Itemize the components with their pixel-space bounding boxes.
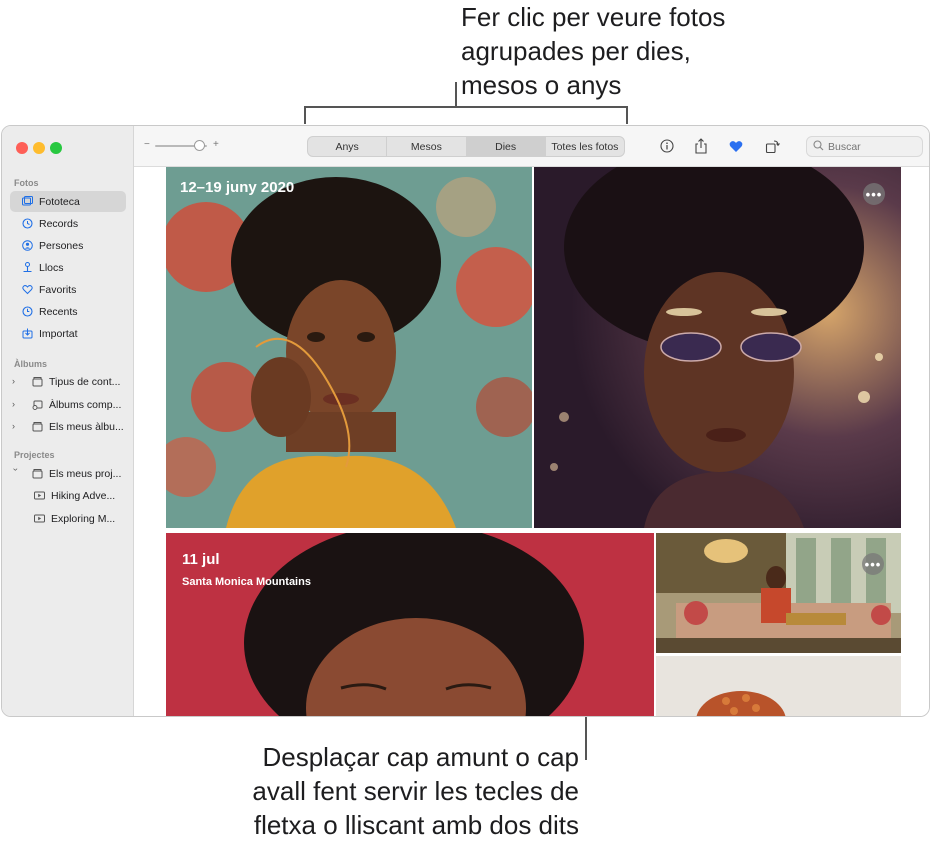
zoom-button[interactable] bbox=[50, 142, 62, 154]
group-location: Santa Monica Mountains bbox=[182, 576, 311, 588]
segment-anys[interactable]: Anys bbox=[308, 137, 388, 156]
zoom-out-label: − bbox=[144, 139, 150, 150]
photo-woman-sunglasses-image bbox=[534, 167, 901, 528]
callout-bracket-right bbox=[626, 106, 628, 124]
folder-icon bbox=[32, 421, 43, 432]
sidebar-album-compartits[interactable]: Àlbums comp... bbox=[10, 394, 126, 415]
sidebar-item-llocs[interactable]: Llocs bbox=[10, 257, 126, 278]
sidebar: Fotos Fototeca Records Persones Llocs Fa… bbox=[2, 126, 134, 716]
photo-man-sofa[interactable]: ••• bbox=[656, 533, 901, 653]
sidebar-projects-folder[interactable]: Els meus proj... bbox=[10, 463, 126, 484]
sidebar-item-label: Els meus àlbu... bbox=[49, 420, 124, 433]
photo-woman-red-image bbox=[166, 533, 654, 716]
photo-woman-sunglasses[interactable]: ••• bbox=[534, 167, 901, 528]
zoom-knob[interactable] bbox=[194, 140, 206, 151]
search-input[interactable] bbox=[828, 140, 918, 153]
sidebar-item-recents[interactable]: Recents bbox=[10, 301, 126, 322]
zoom-slider[interactable]: − + bbox=[144, 139, 222, 153]
photos-window: Fotos Fototeca Records Persones Llocs Fa… bbox=[1, 125, 930, 717]
callout-top: Fer clic per veure fotos agrupades per d… bbox=[461, 2, 726, 100]
sidebar-section-projects: Projectes bbox=[14, 450, 55, 460]
view-segmented-control: Anys Mesos Dies Totes les fotos bbox=[307, 136, 625, 157]
sidebar-section-fotos: Fotos bbox=[14, 178, 39, 188]
import-icon bbox=[22, 328, 33, 339]
sidebar-item-label: Els meus proj... bbox=[49, 467, 122, 480]
segment-totes-les-fotos[interactable]: Totes les fotos bbox=[546, 137, 624, 156]
segment-dies[interactable]: Dies bbox=[466, 137, 546, 156]
photo-grid: 12–19 juny 2020 ••• 11 jul Santa Monica … bbox=[134, 167, 929, 716]
favorite-heart-icon[interactable] bbox=[728, 138, 744, 154]
photo-woman-red[interactable]: 11 jul Santa Monica Mountains bbox=[166, 533, 654, 716]
photo-food[interactable] bbox=[656, 656, 901, 716]
info-icon[interactable] bbox=[659, 138, 675, 154]
places-icon bbox=[22, 262, 33, 273]
sidebar-item-label: Fototeca bbox=[39, 195, 80, 208]
memories-icon bbox=[22, 218, 33, 229]
folder-icon bbox=[32, 468, 43, 479]
sidebar-item-fototeca[interactable]: Fototeca bbox=[10, 191, 126, 212]
close-button[interactable] bbox=[16, 142, 28, 154]
heart-icon bbox=[22, 284, 33, 295]
sidebar-item-label: Favorits bbox=[39, 283, 77, 296]
group-title-july: 11 jul bbox=[182, 551, 220, 568]
toolbar: − + Anys Mesos Dies Totes les fotos bbox=[134, 126, 929, 167]
sidebar-section-albums: Àlbums bbox=[14, 359, 48, 369]
shared-folder-icon bbox=[32, 399, 43, 410]
sidebar-item-importat[interactable]: Importat bbox=[10, 323, 126, 344]
clock-icon bbox=[22, 306, 33, 317]
sidebar-project-hiking[interactable]: Hiking Adve... bbox=[10, 485, 126, 506]
sidebar-item-records[interactable]: Records bbox=[10, 213, 126, 234]
sidebar-item-label: Llocs bbox=[39, 261, 64, 274]
callout-leader bbox=[455, 82, 457, 107]
share-icon[interactable] bbox=[693, 138, 709, 154]
sidebar-item-label: Tipus de cont... bbox=[49, 375, 121, 388]
callout-bottom: Desplaçar cap amunt o cap avall fent ser… bbox=[252, 742, 579, 840]
search-icon bbox=[813, 138, 824, 156]
stage: Fer clic per veure fotos agrupades per d… bbox=[0, 0, 931, 851]
more-options-button[interactable]: ••• bbox=[863, 183, 885, 205]
sidebar-album-tipus[interactable]: Tipus de cont... bbox=[10, 371, 126, 392]
rotate-icon[interactable] bbox=[764, 138, 780, 154]
sidebar-item-favorits[interactable]: Favorits bbox=[10, 279, 126, 300]
slideshow-icon bbox=[34, 513, 45, 524]
folder-icon bbox=[32, 376, 43, 387]
sidebar-item-label: Hiking Adve... bbox=[51, 489, 116, 502]
sidebar-item-label: Persones bbox=[39, 239, 84, 252]
sidebar-item-persones[interactable]: Persones bbox=[10, 235, 126, 256]
more-options-button[interactable]: ••• bbox=[862, 553, 884, 575]
library-icon bbox=[22, 196, 33, 207]
photo-food-image bbox=[656, 656, 901, 716]
slideshow-icon bbox=[34, 490, 45, 501]
sidebar-item-label: Àlbums comp... bbox=[49, 398, 122, 411]
search-field[interactable] bbox=[806, 136, 923, 157]
sidebar-item-label: Records bbox=[39, 217, 79, 230]
people-icon bbox=[22, 240, 33, 251]
photo-woman-floral-image bbox=[166, 167, 532, 528]
zoom-in-label: + bbox=[213, 139, 219, 150]
callout-bracket-left bbox=[304, 106, 306, 124]
photo-man-sofa-image bbox=[656, 533, 901, 653]
group-title-june: 12–19 juny 2020 bbox=[180, 179, 295, 196]
sidebar-item-label: Recents bbox=[39, 305, 78, 318]
minimize-button[interactable] bbox=[33, 142, 45, 154]
callout-bracket bbox=[304, 106, 628, 108]
sidebar-item-label: Importat bbox=[39, 327, 78, 340]
sidebar-album-meus[interactable]: Els meus àlbu... bbox=[10, 416, 126, 437]
sidebar-item-label: Exploring M... bbox=[51, 512, 116, 525]
photo-woman-floral[interactable]: 12–19 juny 2020 bbox=[166, 167, 532, 528]
sidebar-project-exploring[interactable]: Exploring M... bbox=[10, 508, 126, 529]
segment-mesos[interactable]: Mesos bbox=[387, 137, 467, 156]
